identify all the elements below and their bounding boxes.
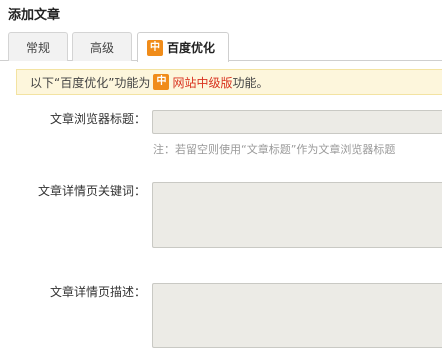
notice-text-after: 功能。 xyxy=(232,75,269,90)
description-label: 文章详情页描述： xyxy=(49,285,146,299)
browser-title-input[interactable] xyxy=(152,110,442,134)
tab-general[interactable]: 常规 xyxy=(8,32,68,61)
tab-advanced-label: 高级 xyxy=(89,40,114,55)
keywords-textarea[interactable] xyxy=(152,182,442,248)
tab-general-label: 常规 xyxy=(25,40,50,55)
page-title: 添加文章 xyxy=(8,8,61,23)
tab-baidu-seo-label: 百度优化 xyxy=(167,41,216,55)
browser-title-hint: 注：若留空则使用“文章标题”作为文章浏览器标题 xyxy=(153,143,396,156)
tab-bar: 常规 高级 中 百度优化 xyxy=(0,32,442,62)
notice-edition-highlight: 网站中级版 xyxy=(172,75,233,90)
notice-text-before: 以下“百度优化”功能为 xyxy=(30,75,151,90)
tab-baidu-seo[interactable]: 中 百度优化 xyxy=(137,32,229,62)
description-textarea[interactable] xyxy=(152,283,442,348)
feature-notice: 以下“百度优化”功能为 中 网站中级版 功能。 xyxy=(16,69,442,95)
intermediate-badge-icon: 中 xyxy=(153,74,170,90)
intermediate-badge-icon: 中 xyxy=(147,39,163,56)
keywords-label: 文章详情页关键词： xyxy=(37,184,146,198)
browser-title-label: 文章浏览器标题： xyxy=(49,112,146,126)
tab-advanced[interactable]: 高级 xyxy=(72,32,132,61)
